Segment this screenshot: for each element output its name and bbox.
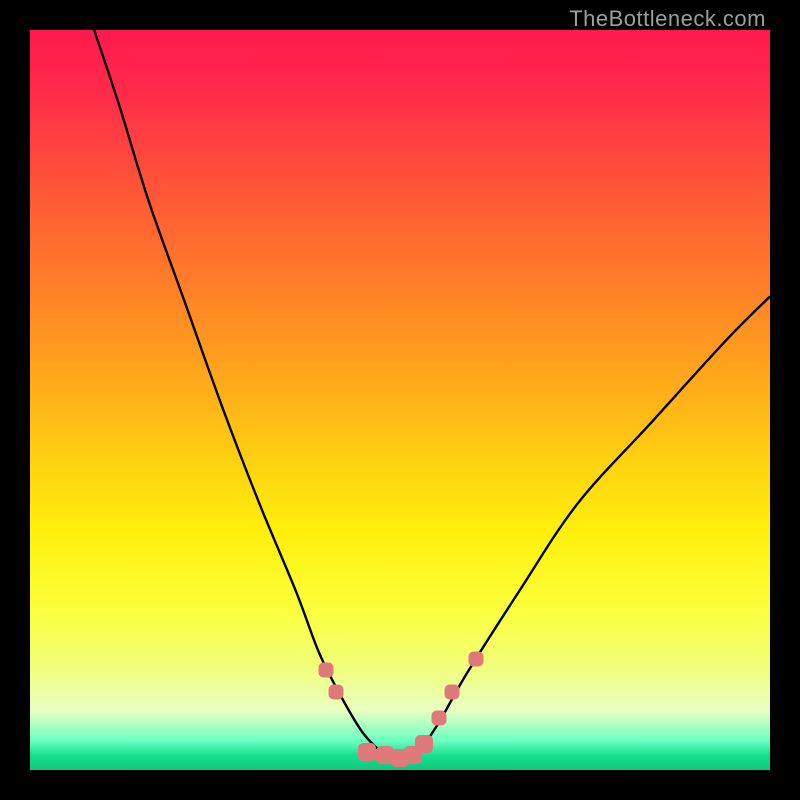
curve-marker — [432, 711, 447, 726]
chart-frame: TheBottleneck.com — [0, 0, 800, 800]
plot-area — [30, 30, 770, 770]
curve-marker — [319, 663, 334, 678]
curve-marker — [328, 685, 343, 700]
curve-marker — [469, 652, 484, 667]
watermark-text: TheBottleneck.com — [569, 6, 766, 32]
curve-marker — [444, 685, 459, 700]
curve-marker — [358, 743, 376, 761]
curve-marker — [415, 735, 433, 753]
bottleneck-curve — [30, 30, 770, 770]
